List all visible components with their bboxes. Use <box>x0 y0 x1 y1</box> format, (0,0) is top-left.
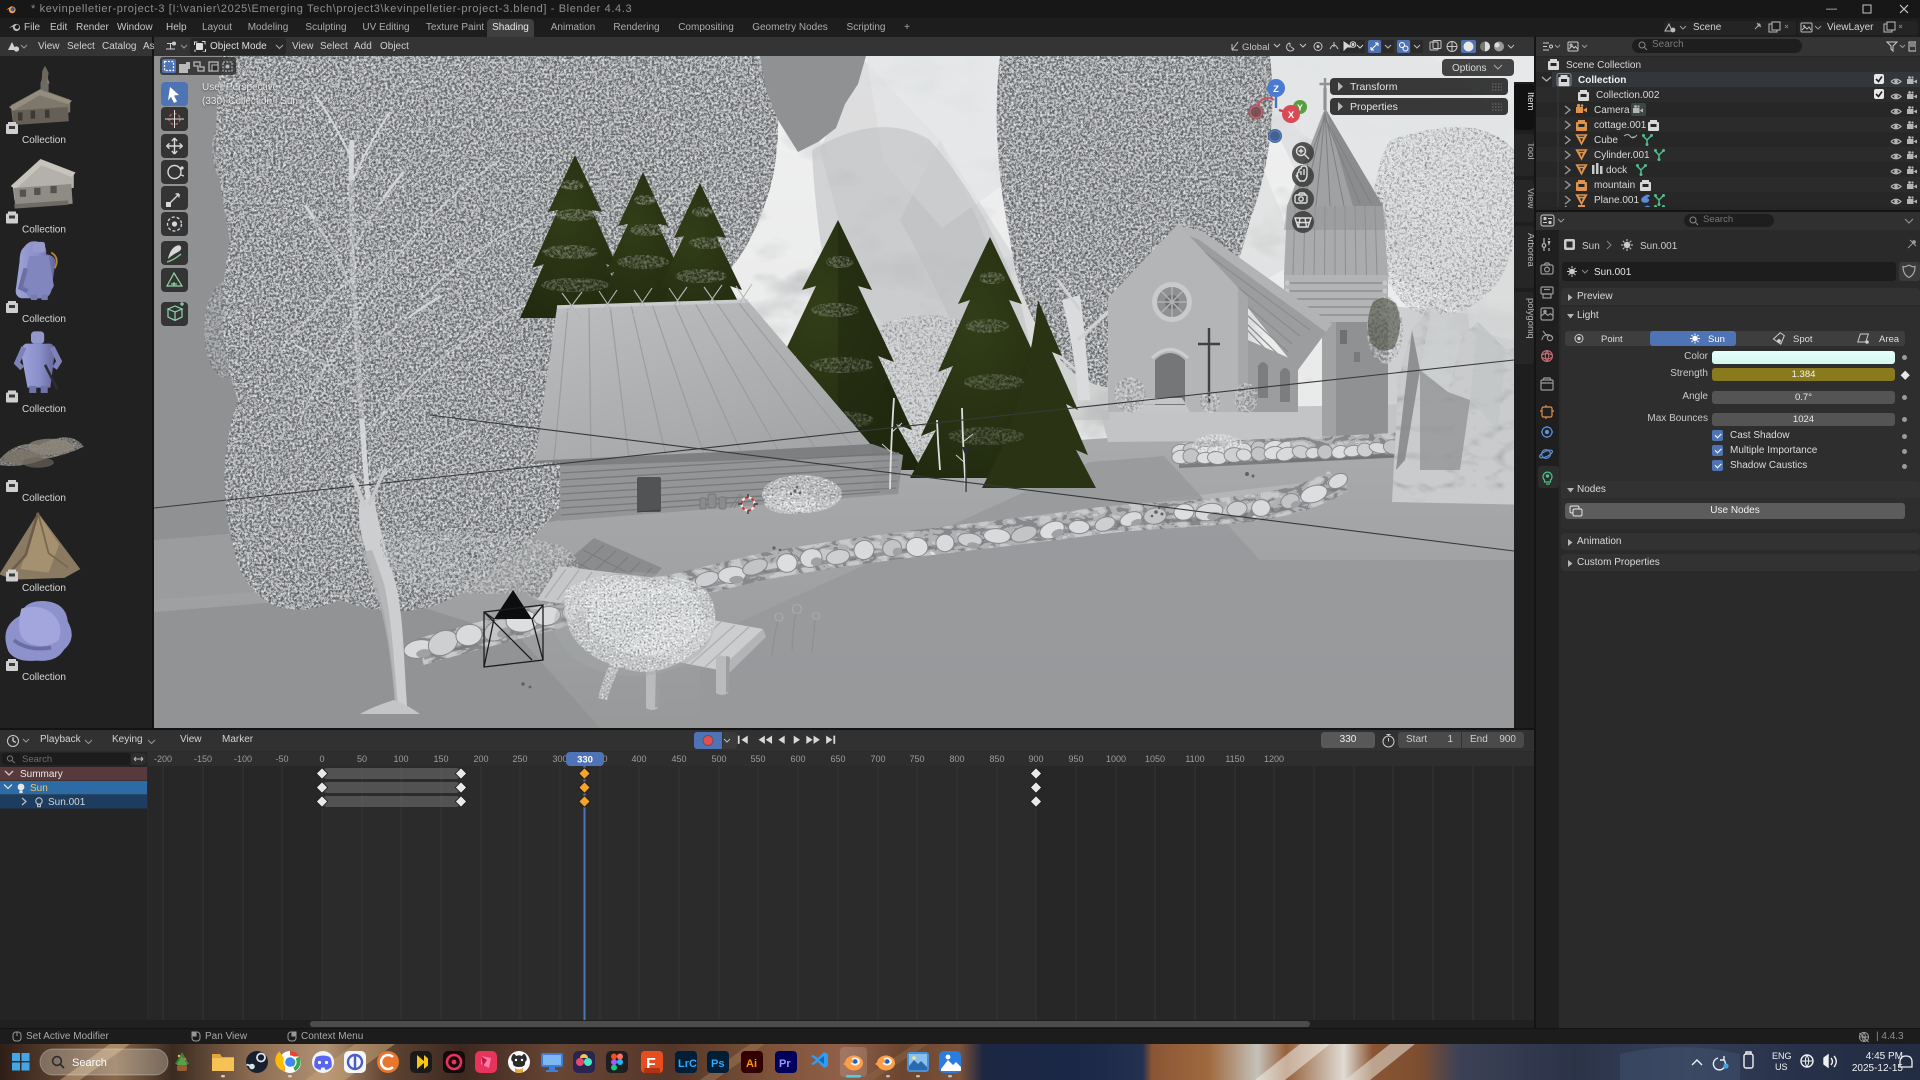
svg-text:Sun: Sun <box>30 783 48 794</box>
svg-text:Collection: Collection <box>22 583 66 594</box>
svg-text:Sun.001: Sun.001 <box>48 797 86 808</box>
svg-text:330: 330 <box>577 755 593 766</box>
svg-text:Collection: Collection <box>22 135 66 146</box>
svg-text:Z: Z <box>1273 84 1279 95</box>
svg-text:-150: -150 <box>194 754 212 764</box>
svg-text:Properties: Properties <box>1350 101 1398 113</box>
svg-text:Search: Search <box>22 754 52 765</box>
svg-text:Plane.001: Plane.001 <box>1594 195 1639 206</box>
svg-text:LrC: LrC <box>678 1058 697 1070</box>
svg-text:650: 650 <box>830 754 845 764</box>
svg-text:400: 400 <box>631 754 646 764</box>
svg-text:500: 500 <box>711 754 726 764</box>
svg-text:Pr: Pr <box>779 1058 791 1070</box>
svg-text:cottage.001: cottage.001 <box>1594 120 1647 131</box>
svg-text:100: 100 <box>393 754 408 764</box>
svg-text:Area: Area <box>1879 334 1900 345</box>
svg-text:Spot: Spot <box>1793 334 1813 345</box>
svg-text:0: 0 <box>319 754 324 764</box>
svg-text:Collection: Collection <box>1578 75 1626 86</box>
svg-text:Tool: Tool <box>1525 142 1534 159</box>
svg-text:150: 150 <box>433 754 448 764</box>
svg-text:Sun.001: Sun.001 <box>1640 241 1678 252</box>
svg-text:1050: 1050 <box>1145 754 1165 764</box>
svg-text:2025-12-15: 2025-12-15 <box>1852 1063 1904 1074</box>
svg-text:700: 700 <box>870 754 885 764</box>
svg-text:Collection: Collection <box>22 404 66 415</box>
svg-text:450: 450 <box>671 754 686 764</box>
svg-text:Collection: Collection <box>22 672 66 683</box>
svg-text:Ai: Ai <box>746 1058 757 1070</box>
svg-text:Global: Global <box>1242 42 1269 53</box>
svg-text:800: 800 <box>949 754 964 764</box>
svg-text:polygoniq: polygoniq <box>1525 298 1534 339</box>
svg-text:Item: Item <box>1525 92 1534 111</box>
svg-text:-200: -200 <box>154 754 172 764</box>
svg-text:dock: dock <box>1606 165 1628 176</box>
svg-text:850: 850 <box>989 754 1004 764</box>
svg-text:-50: -50 <box>275 754 288 764</box>
svg-text:Collection: Collection <box>22 225 66 236</box>
svg-text:1100: 1100 <box>1185 754 1204 764</box>
svg-text:550: 550 <box>750 754 765 764</box>
svg-text:Search: Search <box>72 1057 107 1069</box>
svg-text:Sun: Sun <box>1708 334 1725 345</box>
svg-text:X: X <box>1288 110 1295 121</box>
svg-text:-100: -100 <box>234 754 252 764</box>
svg-text:1000: 1000 <box>1106 754 1126 764</box>
svg-text:Arborea: Arborea <box>1525 233 1534 268</box>
svg-text:Point: Point <box>1601 334 1623 345</box>
svg-text:4:45 PM: 4:45 PM <box>1866 1051 1903 1062</box>
svg-text:View: View <box>1525 188 1534 209</box>
svg-text:50: 50 <box>357 754 367 764</box>
svg-text:US: US <box>1775 1062 1788 1072</box>
svg-text:1150: 1150 <box>1225 754 1244 764</box>
svg-text:250: 250 <box>512 754 527 764</box>
svg-text:Ps: Ps <box>711 1058 724 1070</box>
svg-text:ENG: ENG <box>1772 1051 1792 1061</box>
svg-text:Summary: Summary <box>20 769 63 780</box>
svg-text:300: 300 <box>552 754 567 764</box>
svg-text:200: 200 <box>473 754 488 764</box>
svg-text:Sun.001: Sun.001 <box>1594 267 1632 278</box>
svg-text:Cube: Cube <box>1594 135 1618 146</box>
svg-text:Collection.002: Collection.002 <box>1596 90 1660 101</box>
svg-text:900: 900 <box>1028 754 1043 764</box>
svg-text:Cylinder.001: Cylinder.001 <box>1594 150 1650 161</box>
svg-text:Scene Collection: Scene Collection <box>1566 60 1641 71</box>
svg-text:950: 950 <box>1068 754 1083 764</box>
svg-text:600: 600 <box>790 754 805 764</box>
svg-text:Transform: Transform <box>1350 81 1398 93</box>
svg-text:mountain: mountain <box>1594 180 1635 191</box>
svg-text:Collection: Collection <box>22 493 66 504</box>
svg-text:Options: Options <box>1452 63 1486 74</box>
svg-text:1200: 1200 <box>1264 754 1284 764</box>
svg-text:750: 750 <box>909 754 924 764</box>
svg-text:Camera: Camera <box>1594 105 1630 116</box>
svg-text:Collection: Collection <box>22 314 66 325</box>
svg-text:Sun: Sun <box>1582 241 1600 252</box>
